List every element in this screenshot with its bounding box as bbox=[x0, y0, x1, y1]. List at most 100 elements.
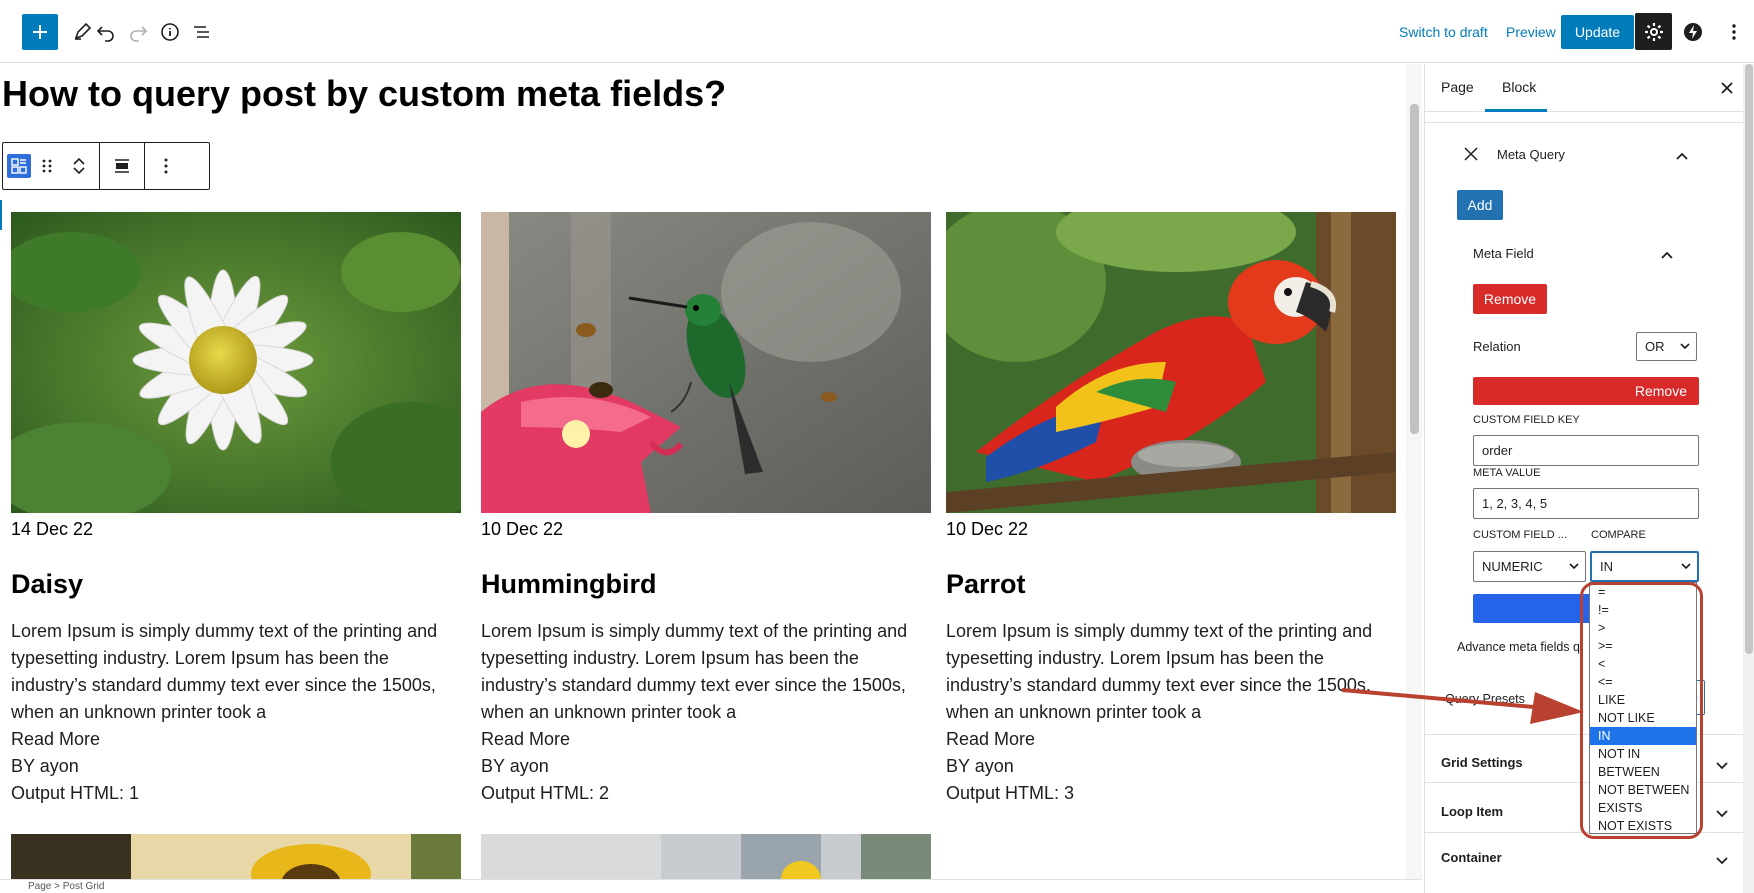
block-selection-marker bbox=[0, 200, 2, 230]
post-card: 10 Dec 22 Hummingbird Lorem Ipsum is sim… bbox=[481, 212, 931, 807]
read-more-link[interactable]: Read More bbox=[481, 726, 931, 753]
meta-field-title[interactable]: Meta Field bbox=[1473, 246, 1534, 261]
block-breadcrumb[interactable]: Page > Post Grid bbox=[0, 879, 1422, 893]
custom-field-type-label: CUSTOM FIELD ... bbox=[1473, 529, 1567, 541]
annotation-arrow-icon bbox=[1341, 688, 1584, 724]
sidebar-tabs: Page Block bbox=[1425, 64, 1754, 112]
tab-block[interactable]: Block bbox=[1502, 79, 1536, 95]
custom-field-key-input[interactable]: order bbox=[1473, 435, 1699, 466]
editor-scrollbar-thumb[interactable] bbox=[1410, 104, 1419, 434]
chevron-down-icon bbox=[1681, 563, 1691, 570]
divider bbox=[1425, 122, 1743, 123]
undo-button[interactable] bbox=[88, 14, 124, 50]
compare-select[interactable]: IN bbox=[1590, 551, 1699, 582]
preview-button[interactable]: Preview bbox=[1506, 24, 1556, 40]
expand-grid-settings-button[interactable] bbox=[1715, 758, 1729, 776]
chevron-down-icon bbox=[73, 167, 85, 175]
collapse-meta-query-button[interactable] bbox=[1675, 148, 1689, 166]
settings-button[interactable] bbox=[1635, 13, 1672, 50]
chevron-down-icon bbox=[1569, 563, 1579, 570]
panel-loop-item[interactable]: Loop Item bbox=[1441, 804, 1503, 819]
move-up-down-button[interactable] bbox=[59, 143, 99, 189]
vertical-ellipsis-icon bbox=[1732, 24, 1736, 40]
collapse-meta-field-button[interactable] bbox=[1660, 247, 1674, 265]
add-block-button[interactable] bbox=[22, 14, 58, 50]
chevron-up-icon bbox=[73, 157, 85, 165]
custom-field-type-value: NUMERIC bbox=[1482, 559, 1543, 574]
details-button[interactable] bbox=[152, 14, 188, 50]
drag-handle[interactable] bbox=[35, 143, 59, 189]
relation-label: Relation bbox=[1473, 339, 1521, 354]
post-output: Output HTML: 2 bbox=[481, 783, 610, 803]
post-grid-block-icon bbox=[7, 154, 31, 178]
post-output: Output HTML: 1 bbox=[11, 783, 140, 803]
more-options-button[interactable] bbox=[1716, 14, 1752, 50]
block-toolbar-options-group bbox=[145, 143, 187, 189]
add-meta-query-button[interactable]: Add bbox=[1457, 190, 1503, 220]
read-more-link[interactable]: Read More bbox=[946, 726, 1396, 753]
post-title[interactable]: How to query post by custom meta fields? bbox=[2, 73, 726, 115]
post-excerpt: Lorem Ipsum is simply dummy text of the … bbox=[946, 621, 1373, 722]
block-toolbar bbox=[2, 142, 210, 190]
sidebar-scrollbar[interactable] bbox=[1743, 64, 1754, 893]
post-card: 14 Dec 22 Daisy Lorem Ipsum is simply du… bbox=[11, 212, 461, 807]
post-featured-image[interactable] bbox=[946, 212, 1396, 513]
close-icon bbox=[1464, 147, 1478, 161]
block-options-button[interactable] bbox=[145, 143, 187, 189]
post-date: 10 Dec 22 bbox=[481, 519, 564, 539]
custom-field-key-label: CUSTOM FIELD KEY bbox=[1473, 414, 1580, 426]
chevron-down-icon bbox=[1716, 762, 1728, 770]
sidebar-scrollbar-thumb[interactable] bbox=[1745, 64, 1753, 654]
expand-container-button[interactable] bbox=[1715, 853, 1729, 871]
editor-scrollbar[interactable] bbox=[1406, 64, 1422, 879]
chevron-up-icon bbox=[1676, 152, 1688, 160]
post-card-title[interactable]: Daisy bbox=[11, 567, 461, 601]
align-wide-icon bbox=[115, 159, 129, 173]
post-card-title[interactable]: Parrot bbox=[946, 567, 1396, 601]
block-type-button[interactable] bbox=[3, 143, 35, 189]
block-toolbar-move-group bbox=[3, 143, 100, 189]
panel-grid-settings[interactable]: Grid Settings bbox=[1441, 755, 1523, 770]
update-button[interactable]: Update bbox=[1561, 15, 1634, 49]
remove-meta-query-button[interactable] bbox=[1463, 146, 1479, 167]
chevron-down-icon bbox=[1716, 810, 1728, 818]
read-more-link[interactable]: Read More bbox=[11, 726, 461, 753]
plugin-button[interactable] bbox=[1675, 14, 1711, 50]
plus-icon bbox=[33, 25, 47, 39]
custom-field-type-select[interactable]: NUMERIC bbox=[1473, 551, 1586, 582]
post-featured-image[interactable] bbox=[11, 212, 461, 513]
meta-value-input[interactable]: 1, 2, 3, 4, 5 bbox=[1473, 488, 1699, 519]
post-output: Output HTML: 3 bbox=[946, 783, 1075, 803]
switch-to-draft-button[interactable]: Switch to draft bbox=[1399, 24, 1488, 40]
chevron-down-icon bbox=[1716, 857, 1728, 865]
post-author: BY ayon bbox=[946, 756, 1014, 776]
remove-meta-field-button[interactable]: Remove bbox=[1473, 284, 1547, 314]
post-card-title[interactable]: Hummingbird bbox=[481, 567, 931, 601]
post-featured-image[interactable] bbox=[481, 212, 931, 513]
expand-loop-item-button[interactable] bbox=[1715, 806, 1729, 824]
vertical-ellipsis-icon bbox=[164, 158, 168, 174]
tab-page[interactable]: Page bbox=[1441, 79, 1474, 95]
editor-canvas: How to query post by custom meta fields? bbox=[0, 64, 1404, 879]
relation-select[interactable]: OR bbox=[1636, 332, 1697, 361]
undo-icon bbox=[96, 26, 114, 42]
annotation-highlight-ring bbox=[1580, 582, 1703, 839]
redo-button[interactable] bbox=[120, 14, 156, 50]
post-excerpt: Lorem Ipsum is simply dummy text of the … bbox=[481, 621, 908, 722]
panel-container[interactable]: Container bbox=[1441, 850, 1502, 865]
compare-label: COMPARE bbox=[1591, 529, 1646, 541]
post-featured-image[interactable] bbox=[11, 834, 461, 879]
plugin-bolt-icon bbox=[1684, 23, 1702, 41]
info-icon bbox=[161, 23, 179, 41]
align-button[interactable] bbox=[100, 143, 144, 189]
chevron-down-icon bbox=[1680, 343, 1690, 350]
gear-icon bbox=[1644, 22, 1663, 41]
meta-query-title[interactable]: Meta Query bbox=[1497, 147, 1565, 162]
post-featured-image[interactable] bbox=[481, 834, 931, 879]
post-date: 14 Dec 22 bbox=[11, 519, 94, 539]
redo-icon bbox=[130, 26, 148, 42]
remove-condition-button[interactable]: Remove bbox=[1473, 377, 1699, 405]
close-sidebar-button[interactable] bbox=[1715, 76, 1739, 100]
active-tab-indicator bbox=[1485, 109, 1547, 112]
list-view-button[interactable] bbox=[184, 14, 220, 50]
